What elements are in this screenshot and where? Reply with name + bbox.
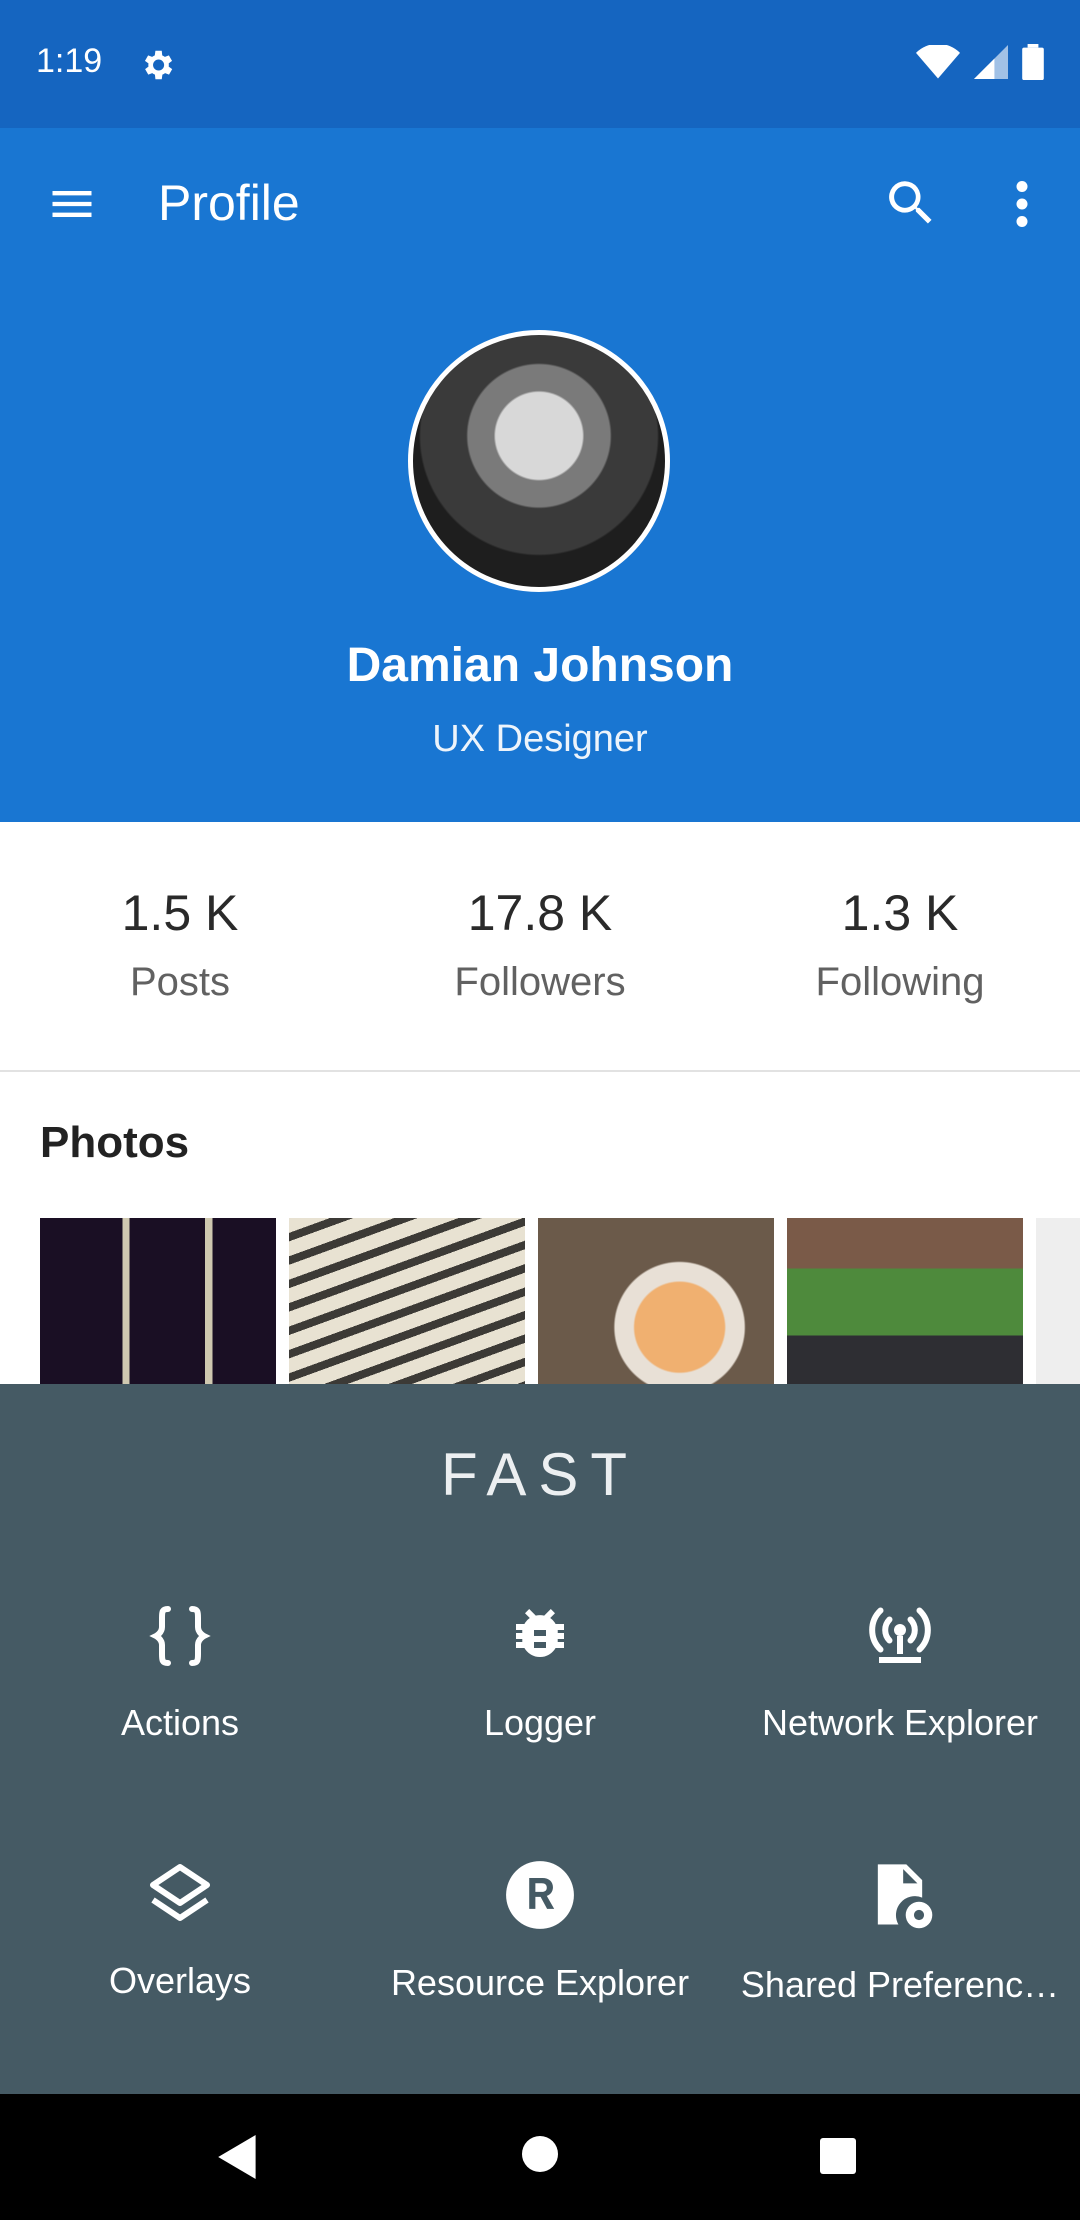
stats-row: 1.5 K Posts 17.8 K Followers 1.3 K Follo… xyxy=(0,822,1080,1072)
profile-role: UX Designer xyxy=(432,718,648,760)
stat-followers[interactable]: 17.8 K Followers xyxy=(360,822,720,1070)
photos-carousel[interactable] xyxy=(40,1218,1080,1386)
cell-signal-icon xyxy=(974,45,1008,79)
tool-label: Resource Explorer xyxy=(390,1962,690,2003)
braces-icon xyxy=(149,1606,211,1666)
tool-resource-explorer[interactable]: Resource Explorer xyxy=(360,1858,720,2004)
system-nav-bar xyxy=(0,2094,1080,2220)
settings-file-icon xyxy=(877,1864,933,1929)
app-bar: Profile xyxy=(0,128,1080,282)
tool-label: Shared Preferenc… xyxy=(740,1964,1060,2005)
photo-thumbnail[interactable] xyxy=(1036,1218,1080,1386)
nav-home-icon[interactable] xyxy=(520,2134,560,2174)
menu-icon[interactable] xyxy=(46,178,98,230)
wifi-icon xyxy=(916,45,960,79)
tool-label: Logger xyxy=(483,1702,597,1743)
status-icons xyxy=(916,44,1044,80)
stat-label: Followers xyxy=(454,960,626,1004)
bug-icon xyxy=(516,1609,564,1658)
battery-icon xyxy=(1022,44,1044,80)
stat-value: 17.8 K xyxy=(467,885,613,941)
tool-label: Overlays xyxy=(108,1960,252,2001)
tool-shared-preferences[interactable]: Shared Preferenc… xyxy=(720,1858,1080,2006)
tool-overlays[interactable]: Overlays xyxy=(0,1858,360,2002)
profile-name: Damian Johnson xyxy=(346,639,734,692)
stat-value: 1.5 K xyxy=(121,885,239,941)
tool-actions[interactable]: Actions xyxy=(0,1600,360,1744)
fast-debug-panel: FAST Actions Logger Network Explorer Ove… xyxy=(0,1384,1080,2094)
status-bar: 1:19 xyxy=(0,0,1080,128)
status-time: 1:19 xyxy=(36,42,103,80)
fast-title: FAST xyxy=(440,1441,640,1508)
tool-network-explorer[interactable]: Network Explorer xyxy=(720,1600,1080,1744)
layers-icon xyxy=(150,1864,210,1921)
nav-recents-icon[interactable] xyxy=(818,2136,858,2176)
stat-label: Following xyxy=(815,960,985,1004)
page-title: Profile xyxy=(158,175,300,231)
nav-back-icon[interactable] xyxy=(216,2132,260,2182)
tool-label: Network Explorer xyxy=(761,1702,1039,1743)
photo-thumbnail[interactable] xyxy=(289,1218,525,1386)
settings-gear-icon xyxy=(144,50,173,80)
stat-following[interactable]: 1.3 K Following xyxy=(720,822,1080,1070)
profile-header: Damian Johnson UX Designer xyxy=(0,282,1080,822)
photo-thumbnail[interactable] xyxy=(40,1218,276,1386)
avatar xyxy=(408,330,670,592)
photo-thumbnail[interactable] xyxy=(538,1218,774,1386)
search-icon[interactable] xyxy=(882,174,940,232)
more-vert-icon[interactable] xyxy=(998,174,1046,234)
resource-r-icon xyxy=(506,1861,574,1929)
tool-label: Actions xyxy=(120,1702,240,1743)
stat-posts[interactable]: 1.5 K Posts xyxy=(0,822,360,1070)
stat-value: 1.3 K xyxy=(841,885,959,941)
tool-logger[interactable]: Logger xyxy=(360,1600,720,1744)
stat-label: Posts xyxy=(129,960,231,1004)
network-antenna-icon xyxy=(869,1607,931,1663)
photo-thumbnail[interactable] xyxy=(787,1218,1023,1386)
photos-title: Photos xyxy=(40,1118,190,1167)
